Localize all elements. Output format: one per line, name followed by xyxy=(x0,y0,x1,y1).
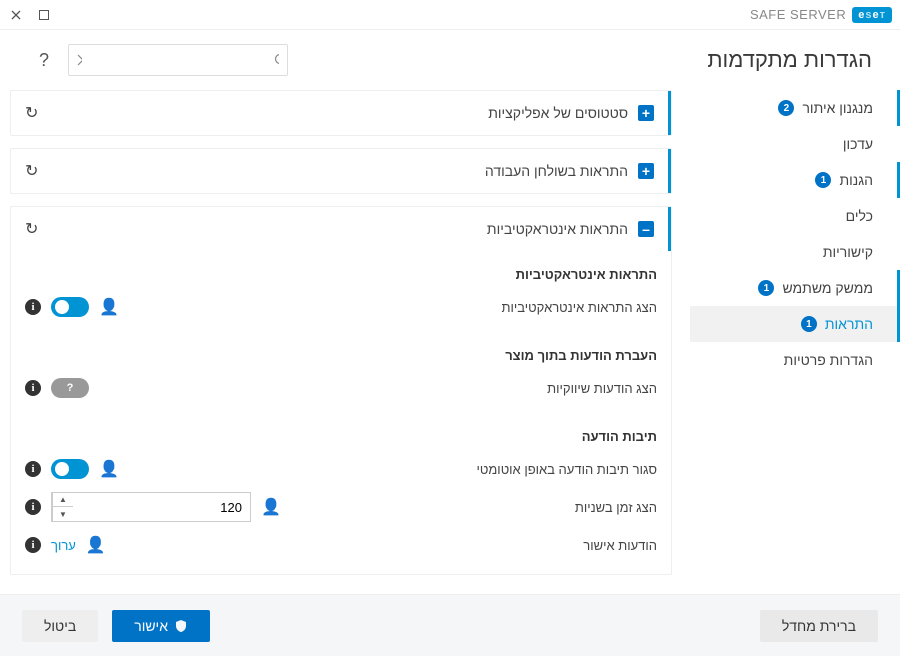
sidebar-item-label: עדכון xyxy=(843,136,873,152)
sidebar-item-label: מנגנון איתור xyxy=(802,100,873,116)
panel-interactive-notifications: – התראות אינטראקטיביות ↻ התראות אינטראקט… xyxy=(10,206,672,575)
info-icon[interactable]: i xyxy=(25,380,41,396)
toggle-show-interactive[interactable] xyxy=(51,297,89,317)
brand-product-name: SAFE SERVER xyxy=(750,7,846,22)
sidebar-badge: 1 xyxy=(758,280,774,296)
section-title-interactive: התראות אינטראקטיביות xyxy=(25,267,657,282)
ok-button[interactable]: אישור xyxy=(112,610,210,642)
revert-icon[interactable]: ↻ xyxy=(25,161,38,181)
collapse-icon[interactable]: – xyxy=(638,221,654,237)
sidebar-item-connectivity[interactable]: קישוריות xyxy=(690,234,900,270)
sidebar-item-protections[interactable]: הגנות 1 xyxy=(690,162,900,198)
sidebar-item-label: הגדרות פרטיות xyxy=(784,352,873,368)
timeout-input-wrapper: ▲ ▼ xyxy=(51,492,251,522)
edit-link[interactable]: ערוך xyxy=(51,538,76,553)
info-icon[interactable]: i xyxy=(25,537,41,553)
expand-icon[interactable]: + xyxy=(638,105,654,121)
sidebar-item-label: הגנות xyxy=(839,172,873,188)
sidebar: מנגנון איתור 2 עדכון הגנות 1 כלים קישורי… xyxy=(690,86,900,594)
timeout-input[interactable] xyxy=(73,493,250,521)
search-box[interactable] xyxy=(68,44,288,76)
sidebar-item-label: ממשק משתמש xyxy=(782,280,873,296)
section-title-in-product: העברת הודעות בתוך מוצר xyxy=(25,348,657,363)
eset-logo-badge: eseт xyxy=(852,7,892,23)
revert-icon[interactable]: ↻ xyxy=(25,103,38,123)
row-label-timeout: הצג זמן בשניות xyxy=(575,500,657,515)
window-controls xyxy=(8,7,52,23)
close-button[interactable] xyxy=(8,7,24,23)
footer: ברירת מחדל אישור ביטול xyxy=(0,594,900,656)
sidebar-item-detection-engine[interactable]: מנגנון איתור 2 xyxy=(690,90,900,126)
sidebar-item-label: קישוריות xyxy=(823,244,873,260)
row-label-show-interactive: הצג התראות אינטראקטיביות xyxy=(502,300,657,315)
info-icon[interactable]: i xyxy=(25,461,41,477)
revert-icon[interactable]: ↻ xyxy=(25,219,38,239)
sidebar-item-ui[interactable]: ממשק משתמש 1 xyxy=(690,270,900,306)
sidebar-badge: 1 xyxy=(801,316,817,332)
search-input[interactable] xyxy=(90,53,266,68)
sidebar-item-tools[interactable]: כלים xyxy=(690,198,900,234)
cancel-button[interactable]: ביטול xyxy=(22,610,98,642)
maximize-button[interactable] xyxy=(36,7,52,23)
row-label-marketing: הצג הודעות שיווקיות xyxy=(547,381,657,396)
panel-app-statuses: + סטטוסים של אפליקציות ↻ xyxy=(10,90,672,136)
user-icon: 👤 xyxy=(261,497,281,517)
sidebar-item-notifications[interactable]: התראות 1 xyxy=(690,306,900,342)
sidebar-item-label: התראות xyxy=(825,316,873,332)
default-button[interactable]: ברירת מחדל xyxy=(760,610,878,642)
info-icon[interactable]: i xyxy=(25,299,41,315)
sidebar-item-label: כלים xyxy=(846,208,873,224)
toggle-autoclose[interactable] xyxy=(51,459,89,479)
panel-title: התראות אינטראקטיביות xyxy=(487,221,628,237)
toggle-marketing-locked[interactable] xyxy=(51,378,89,398)
row-label-confirm-msgs: הודעות אישור xyxy=(583,538,657,553)
panel-desktop-notifications: + התראות בשולחן העבודה ↻ xyxy=(10,148,672,194)
row-label-autoclose: סגור תיבות הודעה באופן אוטומטי xyxy=(477,462,657,477)
shield-icon xyxy=(174,619,188,633)
sidebar-badge: 2 xyxy=(778,100,794,116)
panel-title: התראות בשולחן העבודה xyxy=(485,163,628,179)
user-icon: 👤 xyxy=(99,297,119,317)
clear-search-icon[interactable] xyxy=(77,54,82,66)
expand-icon[interactable]: + xyxy=(638,163,654,179)
sidebar-badge: 1 xyxy=(815,172,831,188)
content-area: + סטטוסים של אפליקציות ↻ + התראות בשולחן… xyxy=(0,86,690,594)
search-icon xyxy=(274,53,279,67)
brand-logo: eseт SAFE SERVER xyxy=(750,7,892,23)
user-icon: 👤 xyxy=(99,459,119,479)
page-title: הגדרות מתקדמות xyxy=(707,47,872,73)
panel-title: סטטוסים של אפליקציות xyxy=(488,105,628,121)
spinner-up[interactable]: ▲ xyxy=(53,493,73,507)
spinner-down[interactable]: ▼ xyxy=(53,507,73,521)
info-icon[interactable]: i xyxy=(25,499,41,515)
sidebar-item-privacy[interactable]: הגדרות פרטיות xyxy=(690,342,900,378)
user-icon: 👤 xyxy=(86,535,106,555)
sidebar-item-update[interactable]: עדכון xyxy=(690,126,900,162)
help-button[interactable]: ? xyxy=(28,44,60,76)
section-title-msgboxes: תיבות הודעה xyxy=(25,429,657,444)
